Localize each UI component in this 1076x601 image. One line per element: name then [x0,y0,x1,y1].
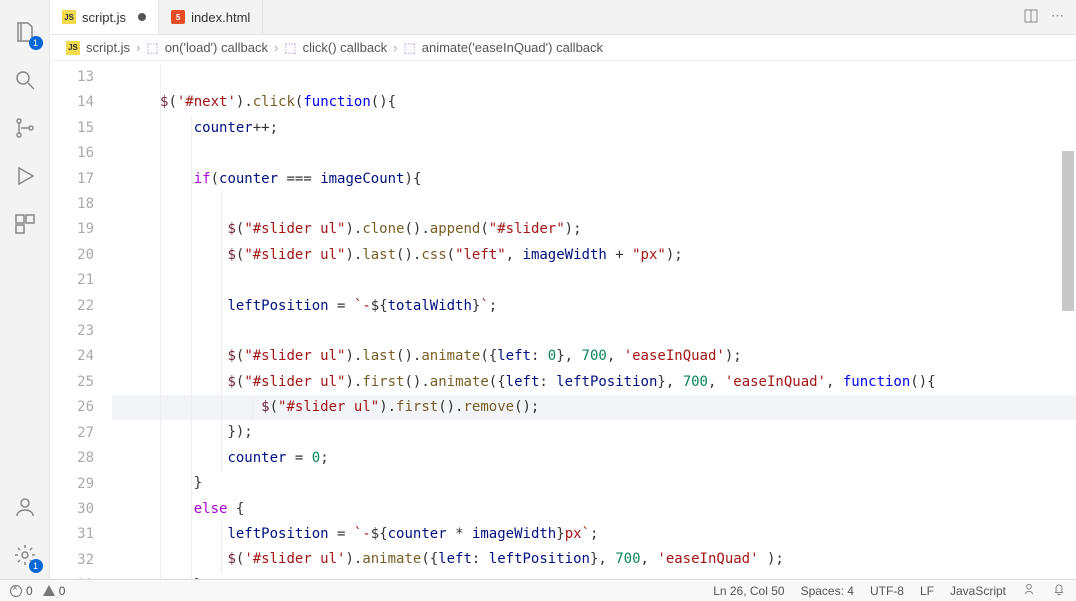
more-actions-icon[interactable]: ⋯ [1051,8,1064,27]
code-line[interactable]: $("#slider ul").last().css("left", image… [112,243,1076,268]
code-line[interactable]: else { [112,497,1076,522]
status-encoding[interactable]: UTF-8 [870,584,904,598]
line-number: 14 [50,90,94,115]
line-number: 21 [50,268,94,293]
tabs-row: JS script.js 5 index.html ⋯ [50,0,1076,35]
status-bar: 0 0 Ln 26, Col 50 Spaces: 4 UTF-8 LF Jav… [0,579,1076,601]
line-number: 22 [50,294,94,319]
code-line[interactable] [112,65,1076,90]
code-line[interactable]: $("#slider ul").clone().append("#slider"… [112,217,1076,242]
code-line[interactable] [112,192,1076,217]
code-line[interactable]: counter++; [112,116,1076,141]
status-language[interactable]: JavaScript [950,584,1006,598]
run-debug-icon[interactable] [1,152,49,200]
line-number: 15 [50,116,94,141]
explorer-badge: 1 [29,36,43,50]
status-spaces[interactable]: Spaces: 4 [801,584,854,598]
line-number: 27 [50,421,94,446]
line-number: 20 [50,243,94,268]
code-line[interactable] [112,319,1076,344]
code-line[interactable]: $('#next').click(function(){ [112,90,1076,115]
tab-html[interactable]: 5 index.html [159,0,263,34]
code-line[interactable]: $("#slider ul").first().animate({left: l… [112,370,1076,395]
extensions-icon[interactable] [1,200,49,248]
code-line[interactable]: }); [112,420,1076,445]
search-icon[interactable] [1,56,49,104]
code-line[interactable]: $("#slider ul").last().animate({left: 0}… [112,344,1076,369]
activity-bar: 1 1 [0,0,50,579]
tab-js[interactable]: JS script.js [50,0,159,34]
line-number: 28 [50,446,94,471]
line-number: 26 [50,395,94,420]
split-editor-icon[interactable] [1023,8,1039,27]
chevron-right-icon: › [393,40,397,55]
status-warnings[interactable]: 0 [43,584,66,598]
tab-label: script.js [82,10,126,25]
code-line[interactable]: counter = 0; [112,446,1076,471]
line-number: 33 [50,573,94,579]
editor[interactable]: 1314151617181920212223242526272829303132… [50,61,1076,579]
feedback-icon[interactable] [1022,582,1036,599]
breadcrumb[interactable]: JS script.js › ⬚ on('load') callback › ⬚… [50,35,1076,61]
symbol-icon: ⬚ [284,40,296,56]
tab-label: index.html [191,10,250,25]
settings-icon[interactable]: 1 [1,531,49,579]
line-number: 24 [50,344,94,369]
breadcrumb-item[interactable]: click() callback [303,40,388,55]
settings-badge: 1 [29,559,43,573]
scrollbar-thumb[interactable] [1062,151,1074,311]
symbol-icon: ⬚ [146,40,158,56]
breadcrumb-item[interactable]: animate('easeInQuad') callback [422,40,603,55]
line-number: 19 [50,217,94,242]
code-area[interactable]: $('#next').click(function(){ counter++; … [112,61,1076,579]
line-number: 18 [50,192,94,217]
chevron-right-icon: › [136,40,140,55]
code-line[interactable]: leftPosition = `-${counter * imageWidth}… [112,522,1076,547]
line-number: 25 [50,370,94,395]
status-eol[interactable]: LF [920,584,934,598]
chevron-right-icon: › [274,40,278,55]
status-position[interactable]: Ln 26, Col 50 [713,584,784,598]
line-number: 31 [50,522,94,547]
html-file-icon: 5 [171,10,185,24]
code-line[interactable]: $("#slider ul").first().remove(); [112,395,1076,420]
line-gutter: 1314151617181920212223242526272829303132… [50,61,112,579]
line-number: 29 [50,472,94,497]
code-line[interactable] [112,268,1076,293]
js-file-icon: JS [62,10,76,24]
code-line[interactable] [112,141,1076,166]
line-number: 23 [50,319,94,344]
breadcrumb-item[interactable]: on('load') callback [165,40,268,55]
dirty-indicator-icon [138,13,146,21]
source-control-icon[interactable] [1,104,49,152]
editor-main: JS script.js 5 index.html ⋯ JS script.js › … [50,0,1076,579]
explorer-icon[interactable]: 1 [1,8,49,56]
code-line[interactable]: } [112,573,1076,579]
code-line[interactable]: } [112,471,1076,496]
line-number: 32 [50,548,94,573]
code-line[interactable]: if(counter === imageCount){ [112,167,1076,192]
symbol-icon: ⬚ [403,40,415,56]
line-number: 13 [50,65,94,90]
breadcrumb-file[interactable]: script.js [86,40,130,55]
code-line[interactable]: $('#slider ul').animate({left: leftPosit… [112,547,1076,572]
line-number: 17 [50,167,94,192]
line-number: 16 [50,141,94,166]
notifications-icon[interactable] [1052,582,1066,599]
code-line[interactable]: leftPosition = `-${totalWidth}`; [112,294,1076,319]
line-number: 30 [50,497,94,522]
js-file-icon: JS [66,41,80,55]
account-icon[interactable] [1,483,49,531]
status-errors[interactable]: 0 [10,584,33,598]
